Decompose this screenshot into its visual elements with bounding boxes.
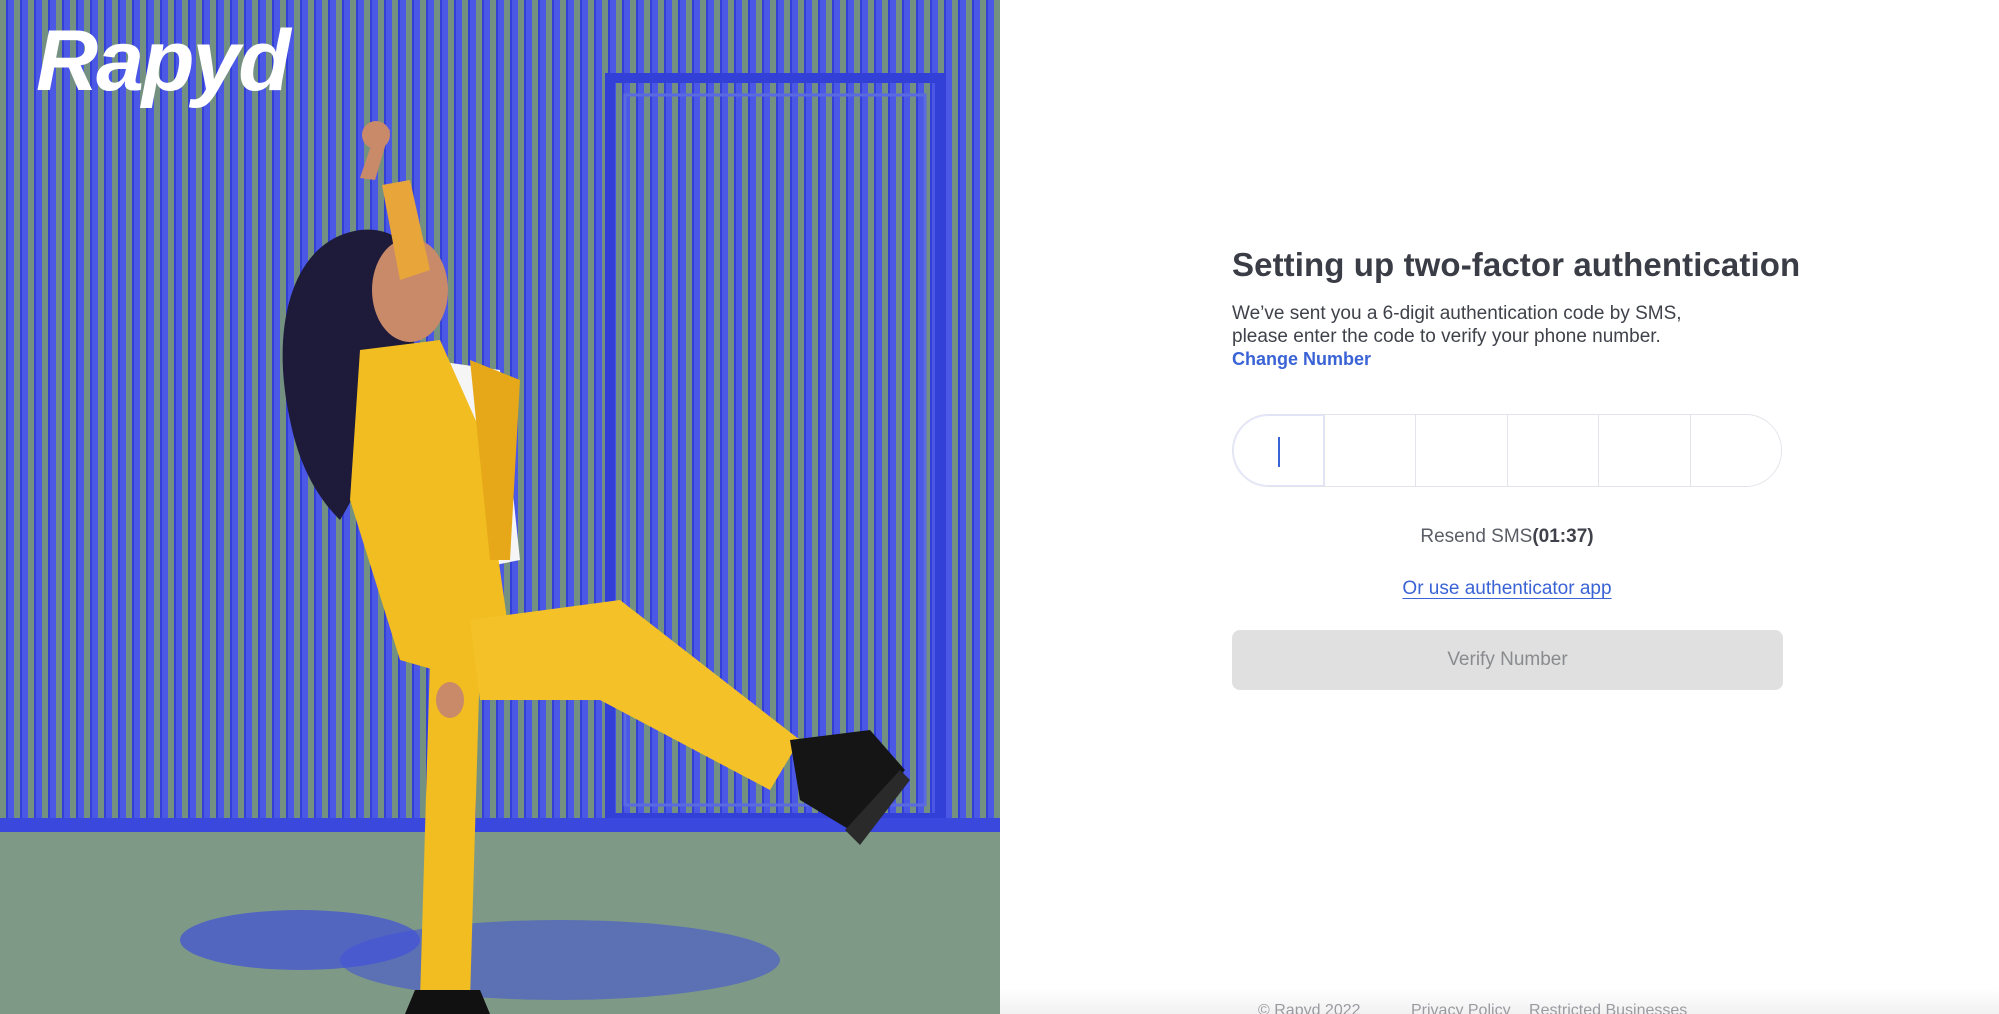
otp-input-group [1232, 414, 1782, 487]
otp-digit-4[interactable] [1507, 415, 1599, 486]
resend-label: Resend SMS [1420, 526, 1533, 547]
privacy-policy-link[interactable]: Privacy Policy [1411, 1002, 1511, 1014]
auth-panel: Setting up two-factor authentication We’… [1000, 0, 1999, 1014]
footer-copyright: © Rapyd 2022 [1258, 1002, 1361, 1014]
resend-sms: Resend SMS(01:37) [1232, 526, 1782, 548]
otp-digit-2[interactable] [1324, 415, 1416, 486]
description-line-2: please enter the code to verify your pho… [1232, 326, 1661, 347]
page: Rapyd Setting up two-factor authenticati… [0, 0, 1999, 1014]
hero-image [0, 0, 1000, 1014]
rapyd-logo: Rapyd [36, 13, 291, 109]
otp-digit-5[interactable] [1599, 415, 1691, 486]
auth-description: We’ve sent you a 6-digit authentication … [1232, 302, 1792, 371]
description-line-1: We’ve sent you a 6-digit authentication … [1232, 303, 1682, 324]
restricted-businesses-link[interactable]: Restricted Businesses [1529, 1002, 1687, 1014]
auth-header: Setting up two-factor authentication We’… [1232, 246, 1801, 371]
verify-number-button[interactable]: Verify Number [1232, 630, 1783, 690]
authenticator-app-option: Or use authenticator app [1232, 578, 1782, 600]
authenticator-app-link[interactable]: Or use authenticator app [1402, 578, 1611, 599]
resend-timer: (01:37) [1532, 526, 1594, 547]
otp-digit-3[interactable] [1416, 415, 1508, 486]
hero-panel: Rapyd [0, 0, 1000, 1014]
text-caret [1278, 437, 1280, 467]
otp-digit-6[interactable] [1690, 415, 1781, 486]
page-title: Setting up two-factor authentication [1232, 246, 1801, 283]
footer: © Rapyd 2022 Privacy Policy Restricted B… [1000, 988, 1999, 1014]
change-number-link[interactable]: Change Number [1232, 348, 1371, 371]
